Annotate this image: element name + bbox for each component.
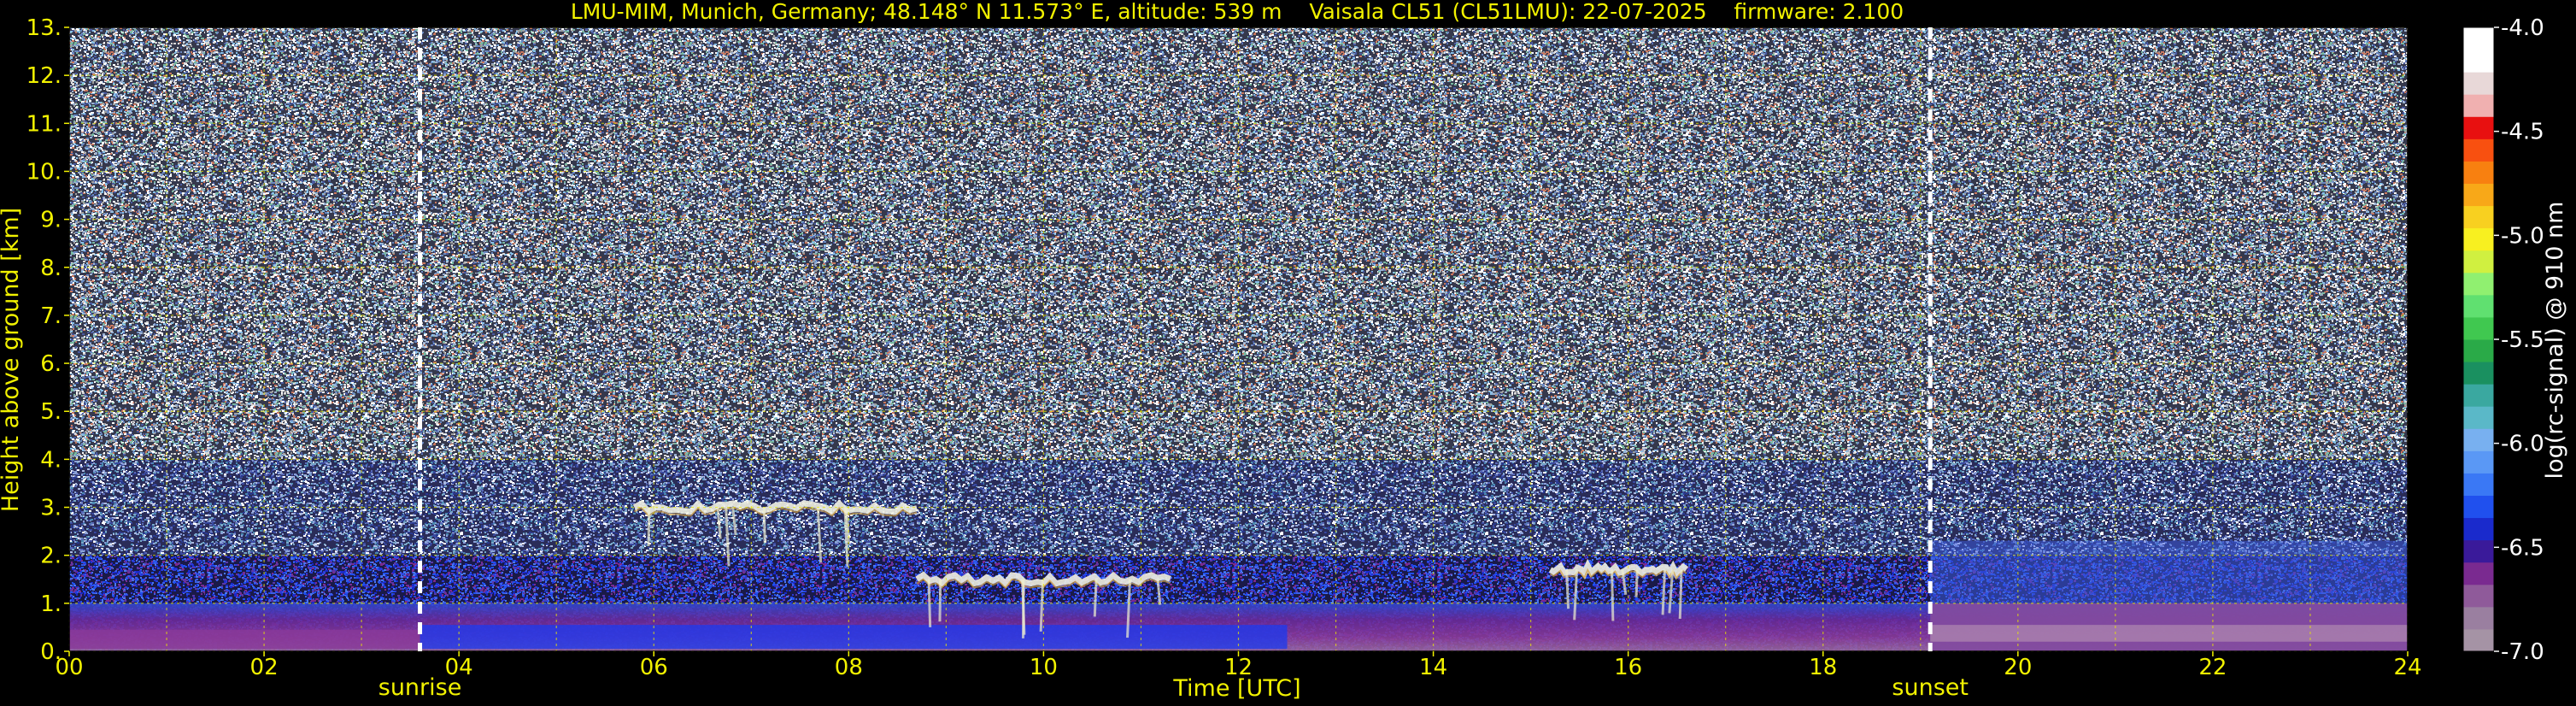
y-tick-label: 13. — [26, 15, 62, 41]
colorbar-tick-label: -5.0 — [2501, 223, 2544, 249]
colorbar-tick-label: -6.0 — [2501, 432, 2544, 457]
colorbar-segment — [2463, 628, 2494, 652]
x-tick-label: 00 — [55, 655, 83, 680]
x-axis-label: Time [UTC] — [1172, 675, 1300, 702]
y-tick-label: 2. — [40, 544, 62, 569]
x-tick-label: 04 — [445, 655, 473, 680]
colorbar-segment — [2463, 539, 2494, 563]
sunset-label: sunset — [1892, 674, 1969, 701]
x-tick-label: 06 — [640, 655, 668, 680]
colorbar-segment — [2463, 316, 2494, 340]
x-tick-label: 18 — [1809, 655, 1837, 680]
colorbar-segment — [2463, 94, 2494, 117]
colorbar-segment — [2463, 517, 2494, 541]
colorbar-label: log(rc-signal) @ 910 nm — [2542, 202, 2568, 479]
colorbar-segment — [2463, 584, 2494, 608]
y-tick-label: 8. — [40, 256, 62, 281]
x-tick-label: 10 — [1030, 655, 1058, 680]
colorbar-segment — [2463, 562, 2494, 585]
colorbar-segment — [2463, 183, 2494, 207]
colorbar-segment — [2463, 428, 2494, 451]
colorbar-segment — [2463, 205, 2494, 229]
y-tick-label: 7. — [40, 303, 62, 329]
colorbar-segment — [2463, 138, 2494, 162]
y-tick-label: 5. — [40, 399, 62, 425]
colorbar-segment — [2463, 227, 2494, 251]
y-tick-label: 1. — [40, 591, 62, 617]
colorbar-segment — [2463, 161, 2494, 184]
colorbar-segment — [2463, 384, 2494, 407]
colorbar-segment — [2463, 250, 2494, 274]
x-tick-label: 22 — [2198, 655, 2227, 680]
colorbar-segment — [2463, 450, 2494, 474]
x-tick-label: 02 — [250, 655, 279, 680]
colorbar-segment — [2463, 116, 2494, 139]
colorbar-tick-label: -6.5 — [2501, 535, 2544, 561]
colorbar-segment — [2463, 362, 2494, 385]
x-tick-label: 08 — [835, 655, 863, 680]
colorbar-segment — [2463, 495, 2494, 519]
x-tick-label: 14 — [1419, 655, 1447, 680]
y-axis-label: Height above ground [km] — [0, 208, 24, 512]
colorbar-tick-label: -5.5 — [2501, 327, 2544, 353]
colorbar-segment — [2463, 294, 2494, 318]
colorbar-segment — [2463, 339, 2494, 362]
y-tick-label: 10. — [26, 159, 62, 185]
ceilometer-chart: LMU-MIM, Munich, Germany; 48.148° N 11.5… — [0, 0, 2576, 706]
colorbar-segment — [2463, 606, 2494, 630]
y-tick-label: 4. — [40, 447, 62, 473]
colorbar-segment — [2463, 406, 2494, 429]
colorbar-segment — [2463, 27, 2494, 50]
colorbar-tick-label: -4.0 — [2501, 15, 2544, 41]
x-tick-label: 20 — [2004, 655, 2032, 680]
chart-title: LMU-MIM, Munich, Germany; 48.148° N 11.5… — [571, 0, 1904, 24]
boundary-layer-core — [420, 625, 1288, 650]
y-tick-label: 9. — [40, 208, 62, 233]
colorbar-segment — [2463, 473, 2494, 496]
x-tick-label: 16 — [1614, 655, 1642, 680]
y-tick-label: 12. — [26, 63, 62, 89]
colorbar-segment — [2463, 50, 2494, 73]
colorbar-segment — [2463, 272, 2494, 296]
y-tick-label: 6. — [40, 351, 62, 377]
colorbar-tick-label: -7.0 — [2501, 639, 2544, 665]
y-tick-label: 3. — [40, 496, 62, 521]
x-tick-label: 24 — [2393, 655, 2421, 680]
colorbar-tick-label: -4.5 — [2501, 120, 2544, 145]
y-tick-label: 11. — [26, 111, 62, 137]
colorbar-segment — [2463, 72, 2494, 95]
